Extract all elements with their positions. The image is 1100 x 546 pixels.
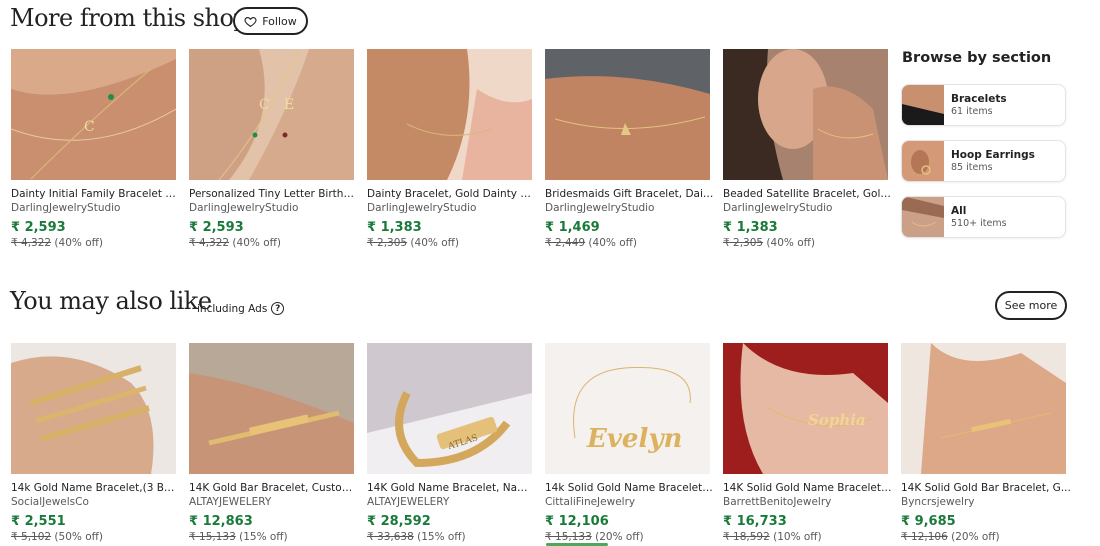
product-title[interactable]: 14K Gold Name Bracelet, Name... <box>367 482 537 495</box>
product-card[interactable]: Evelyn 14k Solid Gold Name Bracelet /...… <box>545 343 715 544</box>
product-title[interactable]: 14K Solid Gold Bar Bracelet, G... <box>901 482 1071 495</box>
section-thumbnail <box>902 141 944 181</box>
product-card[interactable]: Sophia 14K Solid Gold Name Bracelet, ...… <box>723 343 893 544</box>
product-shop[interactable]: Byncrsjewelry <box>901 495 1066 509</box>
product-title[interactable]: Dainty Bracelet, Gold Dainty Br... <box>367 188 537 201</box>
section-tile-all[interactable]: All 510+ items <box>901 196 1066 238</box>
product-original-price: ₹ 4,322 (40% off) <box>11 237 103 249</box>
product-shop[interactable]: SocialJewelsCo <box>11 495 176 509</box>
product-card[interactable]: C Dainty Initial Family Bracelet wi... D… <box>11 49 181 250</box>
section-count: 61 items <box>951 105 993 117</box>
svg-text:E: E <box>284 97 294 113</box>
product-price: ₹ 28,592 <box>367 514 431 529</box>
product-price: ₹ 1,469 <box>545 220 600 235</box>
product-price: ₹ 12,863 <box>189 514 253 529</box>
product-title[interactable]: Personalized Tiny Letter Birthst... <box>189 188 359 201</box>
help-icon[interactable]: ? <box>271 302 285 315</box>
product-shop[interactable]: ALTAYJEWELERY <box>367 495 532 509</box>
section-count: 510+ items <box>951 217 1007 229</box>
product-shop[interactable]: ALTAYJEWELERY <box>189 495 354 509</box>
section-name: Bracelets <box>951 92 1007 105</box>
product-card[interactable]: Dainty Bracelet, Gold Dainty Br... Darli… <box>367 49 537 250</box>
product-image[interactable]: ATLAS <box>367 343 532 474</box>
product-title[interactable]: 14K Gold Bar Bracelet, Custom ... <box>189 482 359 495</box>
product-price: ₹ 16,733 <box>723 514 787 529</box>
svg-text:C: C <box>259 97 270 113</box>
product-title[interactable]: 14k Solid Gold Name Bracelet /... <box>545 482 715 495</box>
product-shop[interactable]: DarlingJewelryStudio <box>723 201 888 215</box>
product-image[interactable]: C <box>11 49 176 180</box>
section-tile-hoop-earrings[interactable]: Hoop Earrings 85 items <box>901 140 1066 182</box>
product-card[interactable]: ATLAS 14K Gold Name Bracelet, Name... AL… <box>367 343 537 544</box>
ads-disclosure: including Ads ? <box>197 302 285 315</box>
product-original-price: ₹ 18,592 (10% off) <box>723 531 822 543</box>
section-tile-bracelets[interactable]: Bracelets 61 items <box>901 84 1066 126</box>
product-image[interactable] <box>367 49 532 180</box>
section-thumbnail <box>902 197 944 237</box>
browse-section-title: Browse by section <box>902 50 1052 66</box>
product-original-price: ₹ 33,638 (15% off) <box>367 531 466 543</box>
product-price: ₹ 2,593 <box>11 220 66 235</box>
product-image[interactable] <box>723 49 888 180</box>
product-price: ₹ 12,106 <box>545 514 609 529</box>
also-like-title: You may also like <box>10 287 212 315</box>
product-image[interactable]: Evelyn <box>545 343 710 474</box>
heart-icon <box>244 16 257 27</box>
product-image[interactable]: Sophia <box>723 343 888 474</box>
product-price: ₹ 2,593 <box>189 220 244 235</box>
section-name: All <box>951 204 967 217</box>
product-original-price: ₹ 15,133 (15% off) <box>189 531 288 543</box>
follow-button[interactable]: Follow <box>233 7 308 35</box>
shop-section-title: More from this shop <box>10 4 249 32</box>
product-card[interactable]: 14k Gold Name Bracelet,(3 BRA... SocialJ… <box>11 343 181 544</box>
product-original-price: ₹ 2,449 (40% off) <box>545 237 637 249</box>
product-shop[interactable]: CittaliFineJewelry <box>545 495 710 509</box>
ads-label: including Ads <box>197 302 268 315</box>
see-more-button[interactable]: See more <box>995 291 1067 320</box>
product-card[interactable]: 14K Solid Gold Bar Bracelet, G... Byncrs… <box>901 343 1071 544</box>
product-image[interactable] <box>11 343 176 474</box>
product-image[interactable] <box>545 49 710 180</box>
product-image[interactable] <box>189 343 354 474</box>
product-original-price: ₹ 2,305 (40% off) <box>723 237 815 249</box>
section-thumbnail <box>902 85 944 125</box>
product-price: ₹ 1,383 <box>723 220 778 235</box>
product-original-price: ₹ 12,106 (20% off) <box>901 531 1000 543</box>
product-shop[interactable]: BarrettBenitoJewelry <box>723 495 888 509</box>
product-title[interactable]: Beaded Satellite Bracelet, Gold... <box>723 188 893 201</box>
product-original-price: ₹ 15,133 (20% off) <box>545 531 644 543</box>
section-name: Hoop Earrings <box>951 148 1035 161</box>
product-shop[interactable]: DarlingJewelryStudio <box>189 201 354 215</box>
product-title[interactable]: Dainty Initial Family Bracelet wi... <box>11 188 181 201</box>
product-original-price: ₹ 2,305 (40% off) <box>367 237 459 249</box>
product-card[interactable]: C E Personalized Tiny Letter Birthst... … <box>189 49 359 250</box>
product-price: ₹ 1,383 <box>367 220 422 235</box>
follow-label: Follow <box>262 14 297 28</box>
product-image[interactable]: C E <box>189 49 354 180</box>
product-shop[interactable]: DarlingJewelryStudio <box>367 201 532 215</box>
product-card[interactable]: 14K Gold Bar Bracelet, Custom ... ALTAYJ… <box>189 343 359 544</box>
section-count: 85 items <box>951 161 993 173</box>
product-price: ₹ 9,685 <box>901 514 956 529</box>
product-original-price: ₹ 5,102 (50% off) <box>11 531 103 543</box>
product-card[interactable]: Beaded Satellite Bracelet, Gold... Darli… <box>723 49 893 250</box>
product-card[interactable]: Bridesmaids Gift Bracelet, Dain... Darli… <box>545 49 715 250</box>
product-price: ₹ 2,551 <box>11 514 66 529</box>
nameplate-text: Sophia <box>808 411 866 429</box>
product-title[interactable]: 14K Solid Gold Name Bracelet, ... <box>723 482 893 495</box>
svg-text:C: C <box>84 119 95 135</box>
product-shop[interactable]: DarlingJewelryStudio <box>545 201 710 215</box>
product-original-price: ₹ 4,322 (40% off) <box>189 237 281 249</box>
product-title[interactable]: 14k Gold Name Bracelet,(3 BRA... <box>11 482 181 495</box>
product-title[interactable]: Bridesmaids Gift Bracelet, Dain... <box>545 188 715 201</box>
product-image[interactable] <box>901 343 1066 474</box>
nameplate-text: Evelyn <box>586 424 682 454</box>
product-shop[interactable]: DarlingJewelryStudio <box>11 201 176 215</box>
